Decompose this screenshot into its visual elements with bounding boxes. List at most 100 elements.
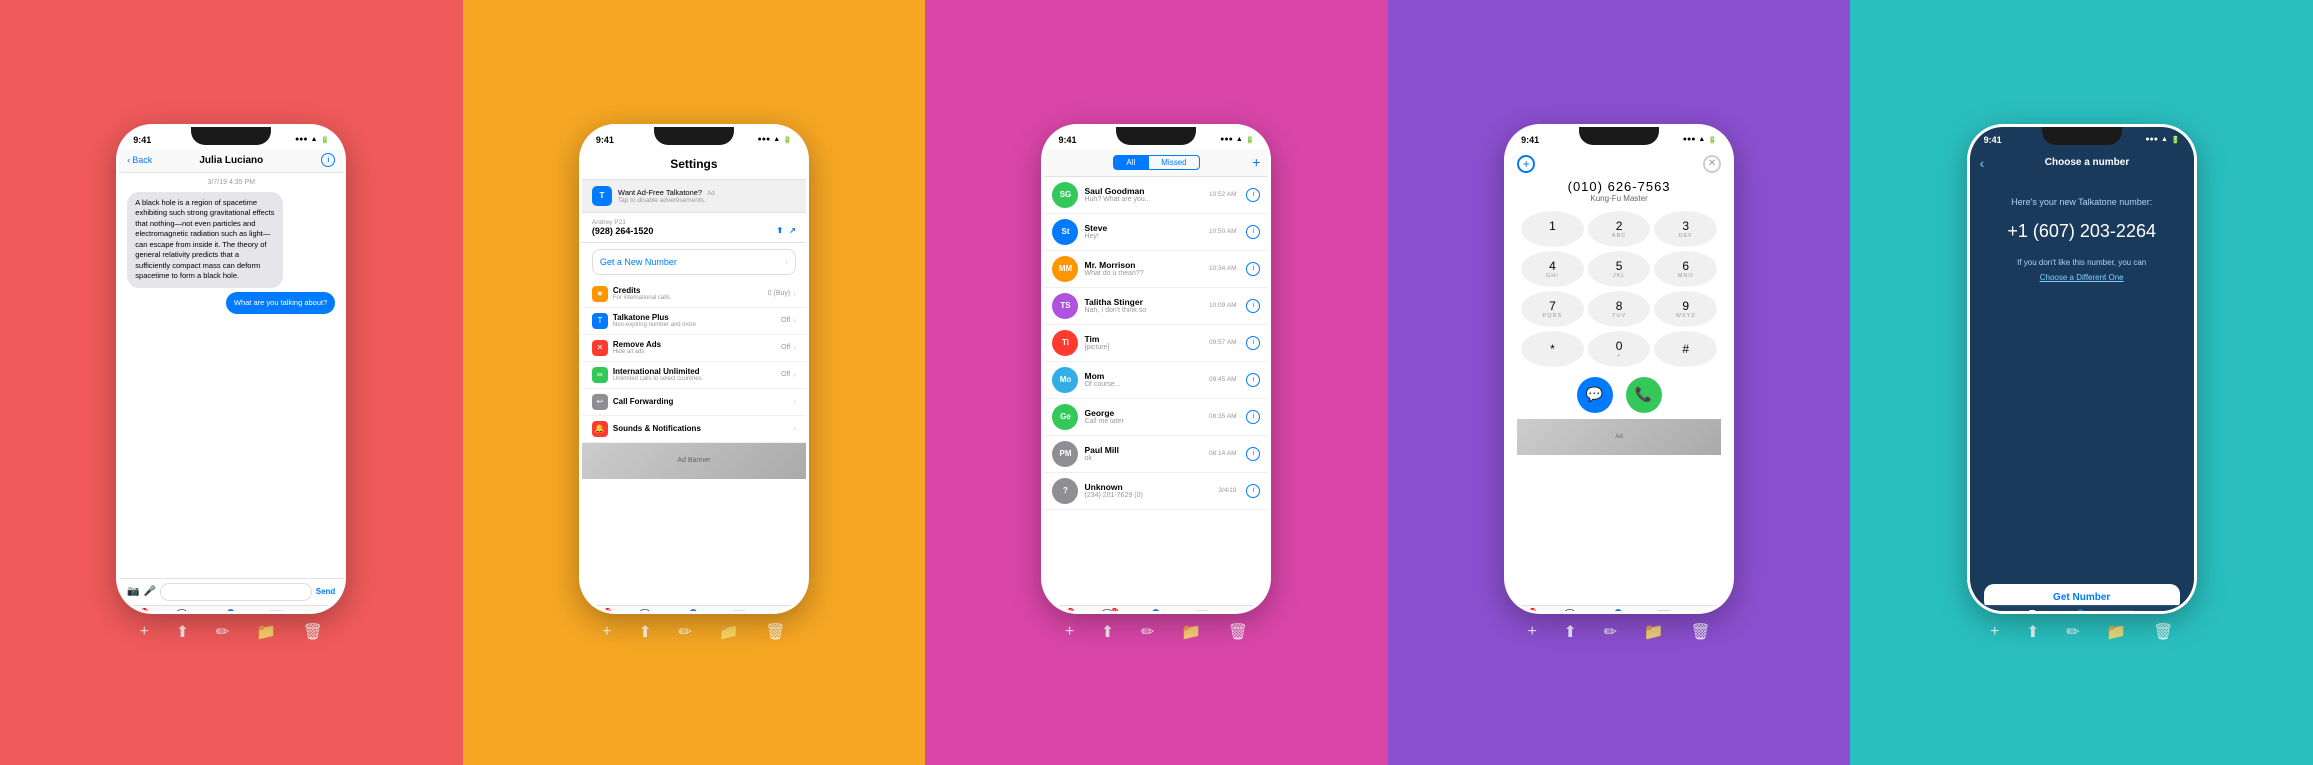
add-call-button[interactable]: + [1252, 154, 1260, 170]
tab-calls-1[interactable]: 📞 10 Calls [132, 610, 144, 614]
tab-contacts-5[interactable]: 👤 Contacts [2070, 610, 2092, 614]
talkatone-plus-toggle[interactable]: Off › [781, 316, 796, 325]
compose-icon-3[interactable]: ✏ [1141, 622, 1154, 642]
add-icon-3[interactable]: + [1065, 623, 1074, 641]
intl-unlimited-toggle[interactable]: Off › [781, 370, 796, 379]
key-8[interactable]: 8 TUV [1588, 291, 1651, 327]
tab-contacts-1[interactable]: 👤 Contacts [220, 610, 242, 614]
send-button[interactable]: Send [316, 587, 336, 596]
tab-calls-2[interactable]: 📞 10 Calls [595, 610, 607, 614]
settings-talkatone-plus-row[interactable]: T Talkatone Plus Non-expiring number and… [582, 308, 806, 335]
message-input[interactable] [160, 583, 312, 601]
folder-icon-3[interactable]: 📁 [1181, 622, 1201, 642]
share-icon-4[interactable]: ⬆ [1564, 622, 1577, 642]
settings-credits-row[interactable]: ★ Credits For international calls 0 (Buy… [582, 281, 806, 308]
tab-calls-3[interactable]: 📞 10 Calls [1057, 610, 1069, 614]
folder-icon-2[interactable]: 📁 [719, 622, 739, 642]
info-btn-tim[interactable]: i [1246, 336, 1260, 350]
call-item-george[interactable]: Ge George Call me later 08:35 AM i [1044, 399, 1268, 436]
add-icon-5[interactable]: + [1990, 623, 1999, 641]
tab-calls-5[interactable]: 📞 Calls [1982, 610, 1994, 614]
share-number-icon[interactable]: ↗ [789, 226, 796, 235]
clear-dialpad-button[interactable]: ✕ [1703, 155, 1721, 173]
call-item-mom[interactable]: Mo Mom Of course... 09:45 AM i [1044, 362, 1268, 399]
tab-contacts-4[interactable]: 👤 Contacts [1608, 610, 1630, 614]
tab-contacts-2[interactable]: 👤 Contacts [683, 610, 705, 614]
key-star[interactable]: * [1521, 331, 1584, 367]
tab-keypad-4[interactable]: ⌨ Keypad [1655, 610, 1674, 614]
key-2[interactable]: 2 ABC [1588, 211, 1651, 247]
info-btn-paul[interactable]: i [1246, 447, 1260, 461]
share-icon-2[interactable]: ⬆ [638, 622, 651, 642]
key-hash[interactable]: # [1654, 331, 1717, 367]
choose-different-link[interactable]: Choose a Different One [2040, 273, 2124, 282]
call-item-unknown[interactable]: ? Unknown (234) 201-7629 (0) 3/4/19 i [1044, 473, 1268, 510]
key-6[interactable]: 6 MNO [1654, 251, 1717, 287]
folder-icon-5[interactable]: 📁 [2106, 622, 2126, 642]
add-icon-4[interactable]: + [1527, 623, 1536, 641]
compose-icon-5[interactable]: ✏ [2066, 622, 2079, 642]
tab-messages-4[interactable]: 💬 Messages [1557, 610, 1582, 614]
add-icon-2[interactable]: + [602, 623, 611, 641]
calls-tab-all[interactable]: All [1113, 155, 1148, 170]
key-7[interactable]: 7 PQRS [1521, 291, 1584, 327]
ad-banner[interactable]: T Want Ad-Free Talkatone? Ad Tap to disa… [582, 180, 806, 213]
info-btn-morrison[interactable]: i [1246, 262, 1260, 276]
tab-keypad-1[interactable]: ⌨ Keypad [267, 610, 286, 614]
trash-icon-2[interactable]: 🗑 [765, 622, 785, 642]
tab-contacts-3[interactable]: 👤 Contacts [1145, 610, 1167, 614]
trash-icon-4[interactable]: 🗑 [1690, 622, 1710, 642]
folder-icon-1[interactable]: 📁 [256, 622, 276, 642]
call-item-saul[interactable]: SG Saul Goodman Huh? What are you... 10:… [1044, 177, 1268, 214]
add-contact-button[interactable]: + [1517, 155, 1535, 173]
call-item-paul[interactable]: PM Paul Mill ok 08:14 AM i [1044, 436, 1268, 473]
settings-intl-unlimited-row[interactable]: ∞ International Unlimited Unlimited call… [582, 362, 806, 389]
settings-call-forwarding-row[interactable]: ↩ Call Forwarding › [582, 389, 806, 416]
key-5[interactable]: 5 JKL [1588, 251, 1651, 287]
copy-icon[interactable]: ⬆ [776, 226, 783, 235]
share-icon-1[interactable]: ⬆ [176, 622, 189, 642]
tab-settings-4[interactable]: ⚙ Settings [1699, 610, 1719, 614]
tab-keypad-2[interactable]: ⌨ Keypad [729, 610, 748, 614]
compose-icon-2[interactable]: ✏ [678, 622, 691, 642]
info-btn-george[interactable]: i [1246, 410, 1260, 424]
tab-settings-3[interactable]: ⚙ Settings [1236, 610, 1256, 614]
back-button-choose[interactable]: ‹ [1980, 155, 1985, 171]
back-button[interactable]: ‹ Back [127, 155, 152, 165]
compose-icon-4[interactable]: ✏ [1604, 622, 1617, 642]
call-item-morrison[interactable]: MM Mr. Morrison What do u mean?? 10:34 A… [1044, 251, 1268, 288]
key-3[interactable]: 3 DEF [1654, 211, 1717, 247]
tab-messages-5[interactable]: 💬 Messages [2020, 610, 2045, 614]
tab-messages-1[interactable]: 💬 Messages [170, 610, 195, 614]
calls-tab-missed[interactable]: Missed [1148, 155, 1199, 170]
call-item-tim[interactable]: Ti Tim [picture] 09:57 AM i [1044, 325, 1268, 362]
tab-settings-1[interactable]: ⚙ Settings [311, 610, 331, 614]
message-action-button[interactable]: 💬 [1577, 377, 1613, 413]
tab-settings-2[interactable]: ⚙ Settings [773, 610, 793, 614]
key-1[interactable]: 1 [1521, 211, 1584, 247]
call-action-button[interactable]: 📞 [1626, 377, 1662, 413]
call-item-steve[interactable]: St Steve Hey! 10:50 AM i [1044, 214, 1268, 251]
tab-messages-2[interactable]: 💬 Messages [632, 610, 657, 614]
trash-icon-5[interactable]: 🗑 [2153, 622, 2173, 642]
info-button[interactable]: i [321, 153, 335, 167]
info-btn-mom[interactable]: i [1246, 373, 1260, 387]
info-btn-talitha[interactable]: i [1246, 299, 1260, 313]
info-btn-steve[interactable]: i [1246, 225, 1260, 239]
tab-settings-5[interactable]: ⚙ Settings [2161, 610, 2181, 614]
camera-icon[interactable]: 📷 [127, 586, 139, 597]
trash-icon-3[interactable]: 🗑 [1228, 622, 1248, 642]
settings-sounds-row[interactable]: 🔔 Sounds & Notifications › [582, 416, 806, 443]
share-icon-3[interactable]: ⬆ [1101, 622, 1114, 642]
folder-icon-4[interactable]: 📁 [1644, 622, 1664, 642]
call-item-talitha[interactable]: TS Talitha Stinger Nah, I don't think so… [1044, 288, 1268, 325]
compose-icon-1[interactable]: ✏ [216, 622, 229, 642]
key-0[interactable]: 0 + [1588, 331, 1651, 367]
settings-remove-ads-row[interactable]: ✕ Remove Ads Hide all ads Off › [582, 335, 806, 362]
info-btn-saul[interactable]: i [1246, 188, 1260, 202]
get-new-number-button[interactable]: Get a New Number › [592, 249, 796, 275]
tab-keypad-3[interactable]: ⌨ Keypad [1192, 610, 1211, 614]
info-btn-unknown[interactable]: i [1246, 484, 1260, 498]
remove-ads-toggle[interactable]: Off › [781, 343, 796, 352]
key-4[interactable]: 4 GHI [1521, 251, 1584, 287]
